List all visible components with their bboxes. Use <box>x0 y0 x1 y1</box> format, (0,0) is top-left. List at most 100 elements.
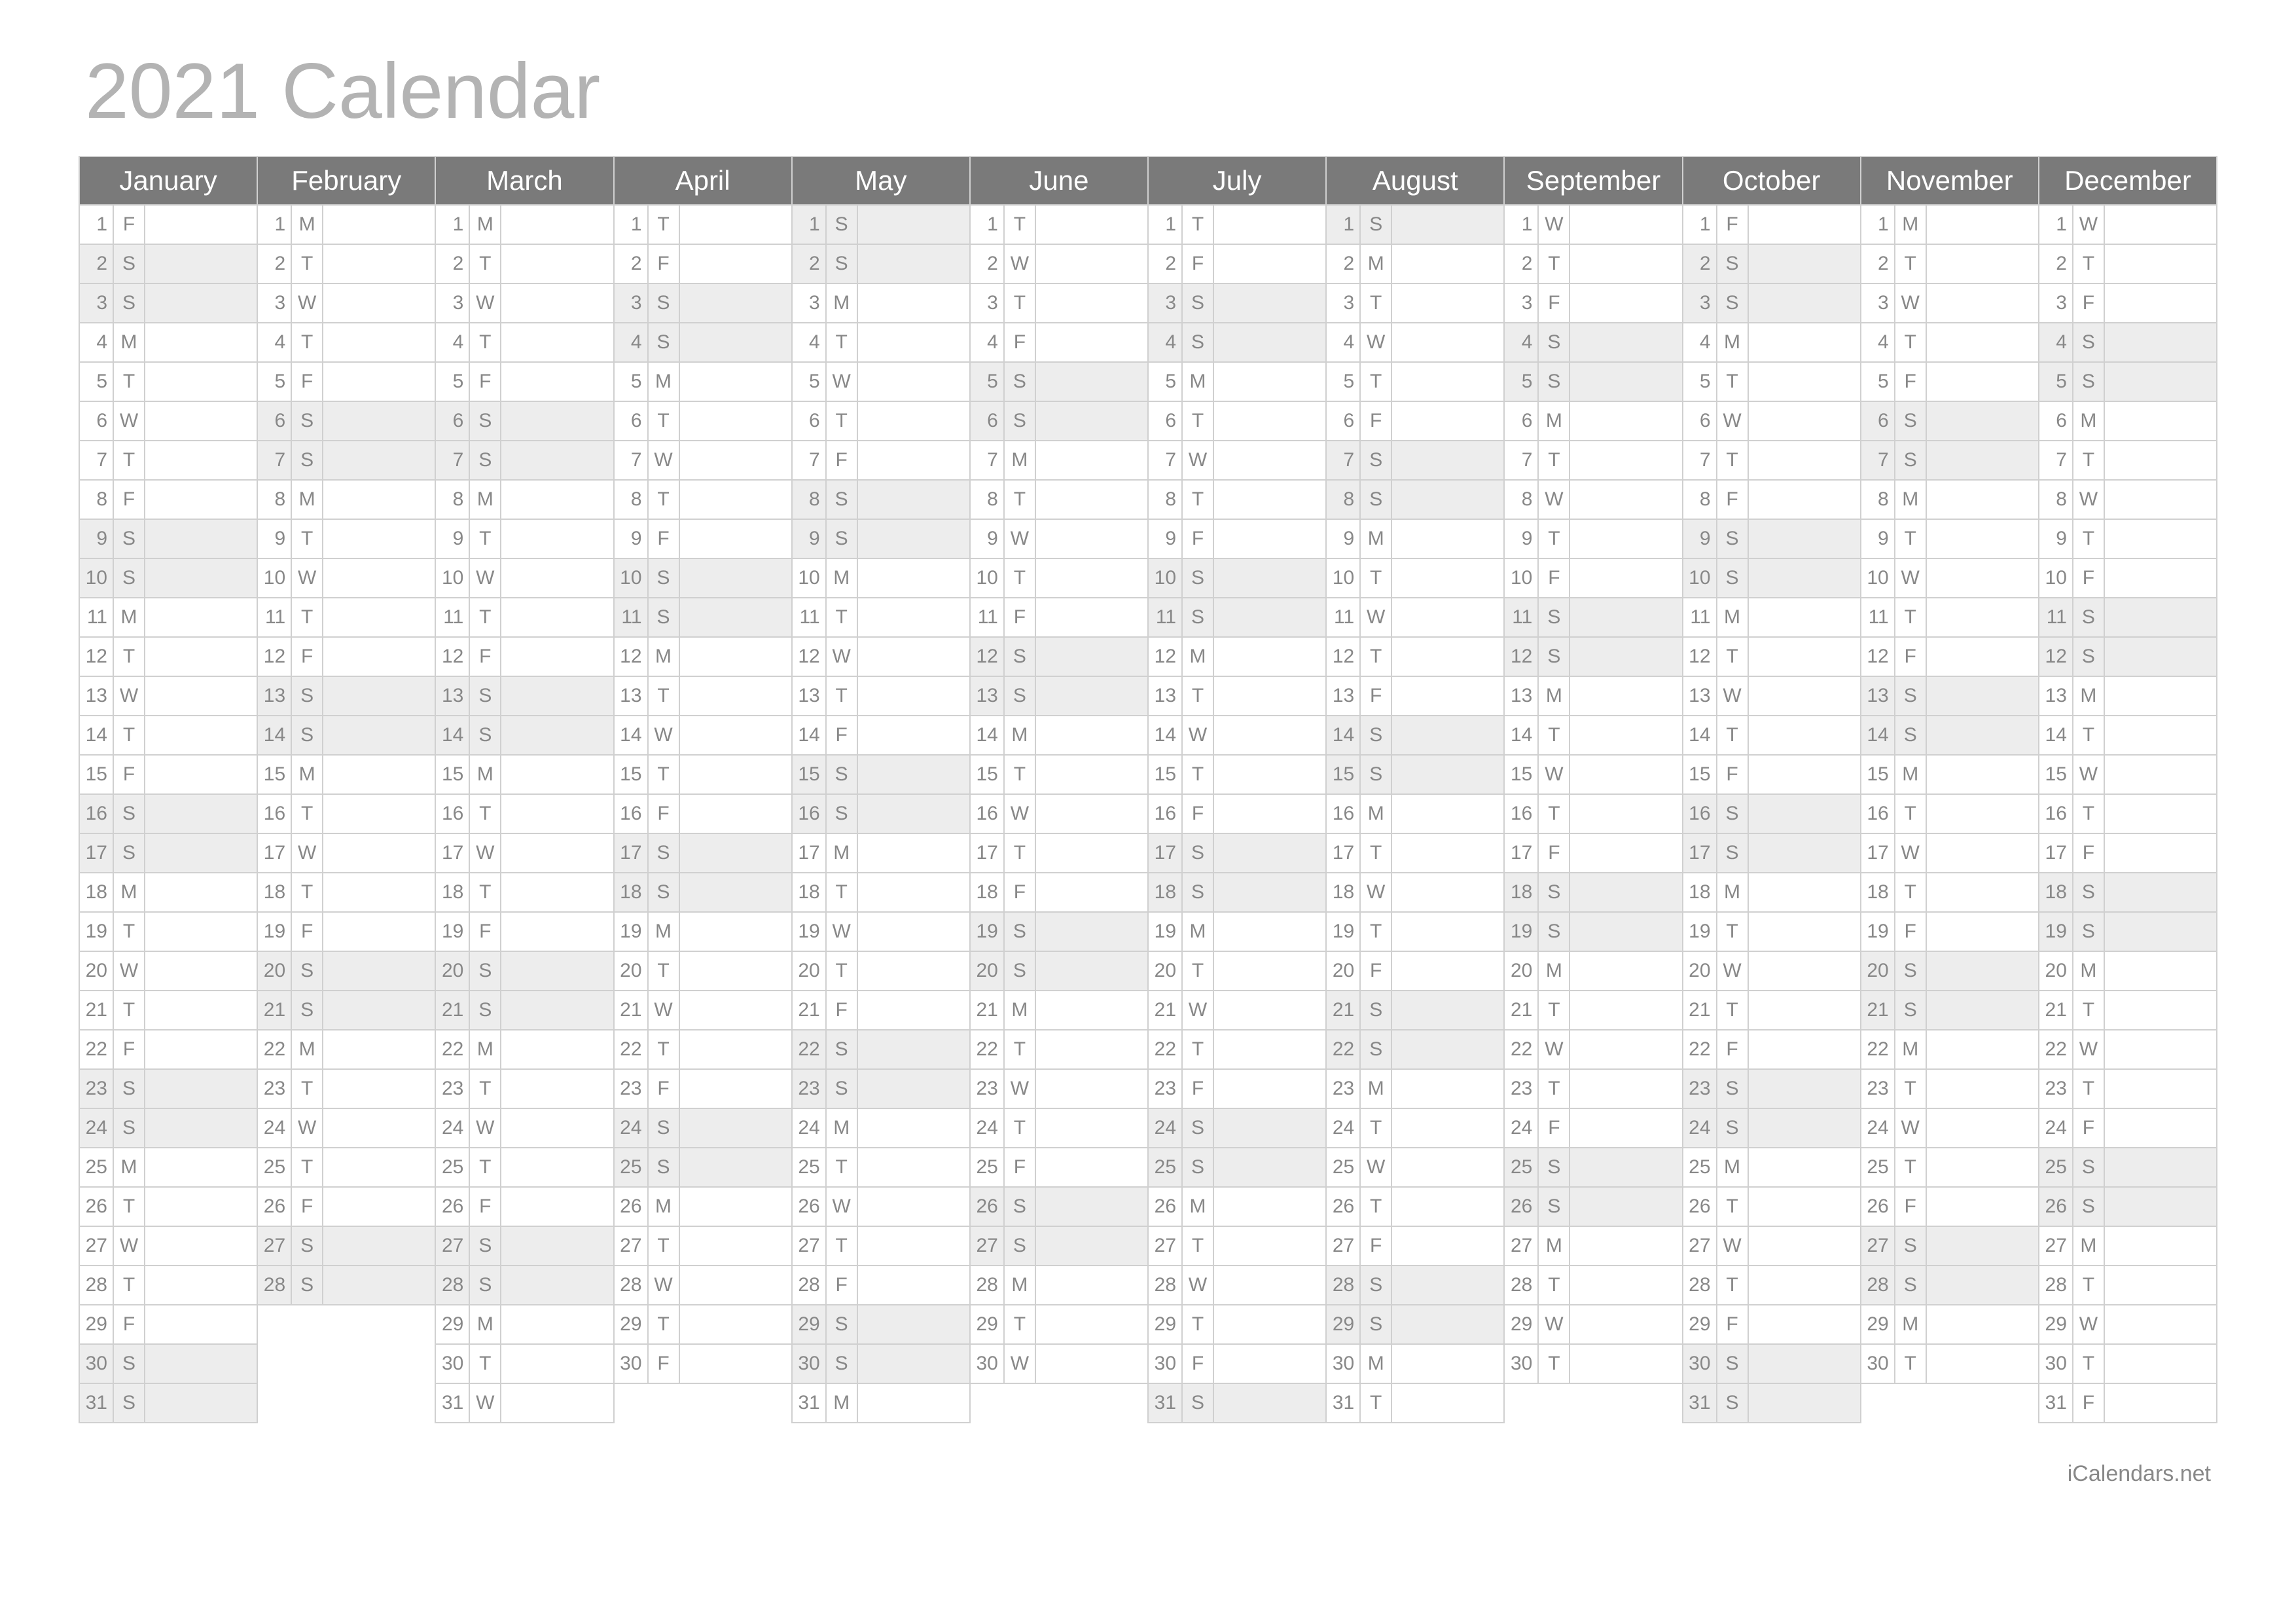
day-of-week: T <box>2073 716 2105 754</box>
day-number: 10 <box>436 559 470 597</box>
day-note-space <box>501 1227 613 1265</box>
day-of-week: F <box>649 795 680 833</box>
day-row: 16T <box>1861 795 2038 834</box>
day-note-space <box>501 1266 613 1304</box>
day-number: 7 <box>258 441 292 479</box>
day-row: 1S <box>1327 206 1503 245</box>
day-of-week: T <box>1183 756 1214 793</box>
day-number: 21 <box>1683 991 1717 1029</box>
day-row: 21S <box>1327 991 1503 1030</box>
day-of-week: T <box>1539 441 1570 479</box>
day-row: 23W <box>971 1070 1147 1109</box>
page-title: 2021 Calendar <box>85 46 2217 136</box>
day-row: 7S <box>1327 441 1503 481</box>
day-of-week: S <box>827 1070 858 1108</box>
day-row: 28W <box>615 1266 791 1305</box>
day-of-week: W <box>2073 1305 2105 1343</box>
day-number: 14 <box>436 716 470 754</box>
day-number: 7 <box>1861 441 1895 479</box>
day-of-week: M <box>1895 1305 1927 1343</box>
day-of-week: T <box>1183 206 1214 244</box>
day-number: 20 <box>1505 952 1539 990</box>
day-number: 24 <box>258 1109 292 1147</box>
day-number: 19 <box>1505 913 1539 951</box>
day-of-week: T <box>1539 245 1570 283</box>
day-row: 15T <box>971 756 1147 795</box>
day-row: 5T <box>80 363 257 402</box>
day-note-space <box>1036 834 1147 872</box>
day-number: 16 <box>1683 795 1717 833</box>
day-number: 29 <box>1861 1305 1895 1343</box>
day-of-week: F <box>1005 1148 1036 1186</box>
day-of-week: S <box>2073 363 2105 401</box>
day-number: 7 <box>1505 441 1539 479</box>
day-note-space <box>1214 520 1325 558</box>
day-of-week: F <box>1895 363 1927 401</box>
day-note-space <box>1392 598 1503 636</box>
day-number: 28 <box>615 1266 649 1304</box>
day-number: 8 <box>436 481 470 519</box>
day-number: 21 <box>2039 991 2073 1029</box>
day-note-space <box>145 795 257 833</box>
day-row: 23F <box>615 1070 791 1109</box>
day-note-space <box>1749 873 1860 911</box>
day-row: 22S <box>1327 1030 1503 1070</box>
day-note-space <box>145 756 257 793</box>
day-number: 26 <box>1505 1188 1539 1226</box>
day-of-week: F <box>470 363 501 401</box>
day-of-week: W <box>1539 481 1570 519</box>
day-number: 1 <box>1505 206 1539 244</box>
day-of-week: M <box>1005 1266 1036 1304</box>
day-note-space <box>1570 716 1681 754</box>
day-note-space <box>323 1070 435 1108</box>
day-of-week: F <box>1005 323 1036 361</box>
day-number: 24 <box>1683 1109 1717 1147</box>
day-number: 18 <box>80 873 114 911</box>
day-note-space <box>1927 1345 2038 1383</box>
day-row: 22W <box>2039 1030 2216 1070</box>
day-number: 12 <box>971 638 1005 676</box>
day-of-week: M <box>827 834 858 872</box>
day-note-space <box>2105 1384 2216 1422</box>
day-row: 12F <box>1861 638 2038 677</box>
day-number: 15 <box>971 756 1005 793</box>
day-row: 13W <box>80 677 257 716</box>
day-note-space <box>145 873 257 911</box>
day-row: 19M <box>615 913 791 952</box>
day-row: 28T <box>1683 1266 1860 1305</box>
day-number: 15 <box>258 756 292 793</box>
day-row: 2T <box>1861 245 2038 284</box>
day-row: 24S <box>80 1109 257 1148</box>
day-row: 13T <box>615 677 791 716</box>
day-of-week: F <box>1717 1305 1749 1343</box>
day-row: 21F <box>793 991 969 1030</box>
day-row: 24S <box>1149 1109 1325 1148</box>
day-note-space <box>680 559 791 597</box>
day-of-week: T <box>649 206 680 244</box>
day-of-week: S <box>827 206 858 244</box>
day-row: 18T <box>258 873 435 913</box>
day-row: 23T <box>2039 1070 2216 1109</box>
day-row: 4M <box>1683 323 1860 363</box>
day-of-week: T <box>470 323 501 361</box>
day-note-space <box>680 795 791 833</box>
day-number: 22 <box>1327 1030 1361 1068</box>
day-of-week: S <box>1895 716 1927 754</box>
day-of-week: F <box>1717 756 1749 793</box>
day-row: 13S <box>436 677 613 716</box>
day-of-week: T <box>1895 520 1927 558</box>
day-of-week: F <box>1539 284 1570 322</box>
day-row: 26T <box>80 1188 257 1227</box>
day-of-week: S <box>292 402 323 440</box>
day-of-week: S <box>1717 559 1749 597</box>
day-note-space <box>501 559 613 597</box>
day-number: 14 <box>1861 716 1895 754</box>
day-number: 15 <box>615 756 649 793</box>
day-row: 1W <box>2039 206 2216 245</box>
day-note-space <box>1036 598 1147 636</box>
day-number: 3 <box>615 284 649 322</box>
day-of-week: W <box>1539 1305 1570 1343</box>
day-of-week: T <box>2073 1266 2105 1304</box>
day-row: 5M <box>615 363 791 402</box>
day-note-space <box>501 323 613 361</box>
